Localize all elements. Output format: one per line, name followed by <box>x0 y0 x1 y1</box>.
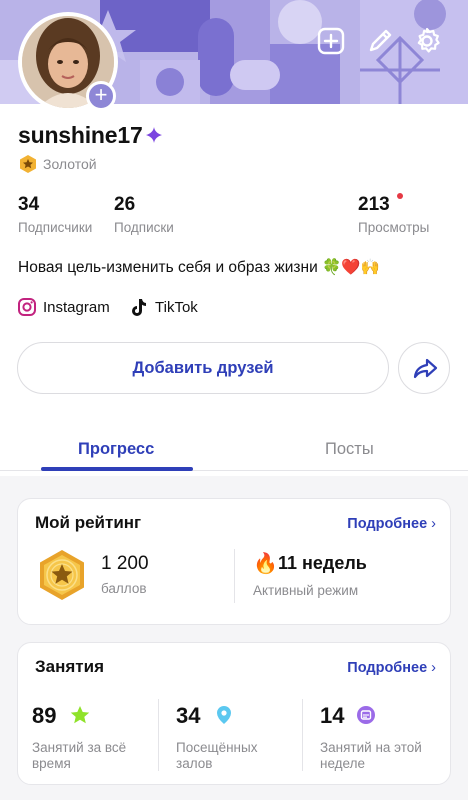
rating-more-label[interactable]: Подробнее <box>347 516 427 532</box>
following-label[interactable]: Подписки <box>114 220 174 235</box>
views-label[interactable]: Просмотры <box>358 220 429 235</box>
followers-count[interactable]: 34 <box>18 194 39 216</box>
classes-card: Занятия Подробнее › 89 Занятий за всё вре… <box>17 642 451 785</box>
edit-pencil-icon[interactable] <box>365 26 395 56</box>
active-mode-label: Активный режим <box>253 583 359 598</box>
share-arrow-icon <box>413 358 438 379</box>
add-photo-button[interactable]: + <box>86 81 116 111</box>
week-classes-label: Занятий на этой неделе <box>320 740 422 771</box>
instagram-link[interactable]: Instagram <box>43 299 110 316</box>
location-pin-icon <box>217 706 231 724</box>
visited-gyms-value: 34 <box>176 703 201 728</box>
tiktok-link[interactable]: TikTok <box>155 299 198 316</box>
rating-divider <box>234 549 235 603</box>
fire-icon: 🔥 <box>253 553 278 575</box>
settings-gear-icon[interactable] <box>412 26 442 56</box>
username: sunshine17 <box>18 122 143 148</box>
points-value: 1 200 <box>101 553 149 574</box>
share-button[interactable] <box>398 342 450 394</box>
add-post-icon[interactable] <box>316 26 346 56</box>
views-count[interactable]: 213 <box>358 194 390 216</box>
profile-header: + sunshine17 Золотой 34 Подписчики 26 По… <box>0 0 468 476</box>
classes-card-title: Занятия <box>35 657 104 676</box>
notification-dot <box>397 193 403 199</box>
status-badge: Золотой <box>43 156 97 172</box>
classes-more-link[interactable]: Подробнее › <box>347 660 436 676</box>
tiktok-icon[interactable] <box>128 297 148 317</box>
classes-more-label[interactable]: Подробнее <box>347 660 427 676</box>
active-tab-indicator <box>41 467 193 471</box>
gold-badge-icon <box>20 155 36 173</box>
chevron-right-icon: › <box>431 516 436 532</box>
classes-divider-2 <box>302 699 303 771</box>
tab-posts[interactable]: Посты <box>325 440 374 459</box>
star-icon <box>70 706 90 724</box>
gold-medal-icon <box>40 550 84 600</box>
chevron-right-icon: › <box>431 660 436 676</box>
visited-gyms-label: Посещённых залов <box>176 740 258 771</box>
classes-divider-1 <box>158 699 159 771</box>
rating-card-title: Мой рейтинг <box>35 513 142 532</box>
week-classes-value: 14 <box>320 703 345 728</box>
streak-weeks-value: 11 недель <box>278 553 367 573</box>
add-friends-button[interactable]: Добавить друзей <box>17 342 389 394</box>
rating-card: Мой рейтинг Подробнее › 1 200 баллов 🔥 11… <box>17 498 451 625</box>
instagram-icon[interactable] <box>17 297 37 317</box>
points-label: баллов <box>101 581 147 596</box>
rating-more-link[interactable]: Подробнее › <box>347 516 436 532</box>
calendar-icon <box>357 706 375 724</box>
followers-label[interactable]: Подписчики <box>18 220 92 235</box>
profile-bio: Новая цель-изменить себя и образ жизни 🍀… <box>18 259 380 276</box>
tab-progress[interactable]: Прогресс <box>78 440 154 459</box>
verified-sparkle-icon <box>146 127 162 143</box>
following-count[interactable]: 26 <box>114 194 135 216</box>
total-classes-label: Занятий за всё время <box>32 740 127 771</box>
total-classes-value: 89 <box>32 703 57 728</box>
